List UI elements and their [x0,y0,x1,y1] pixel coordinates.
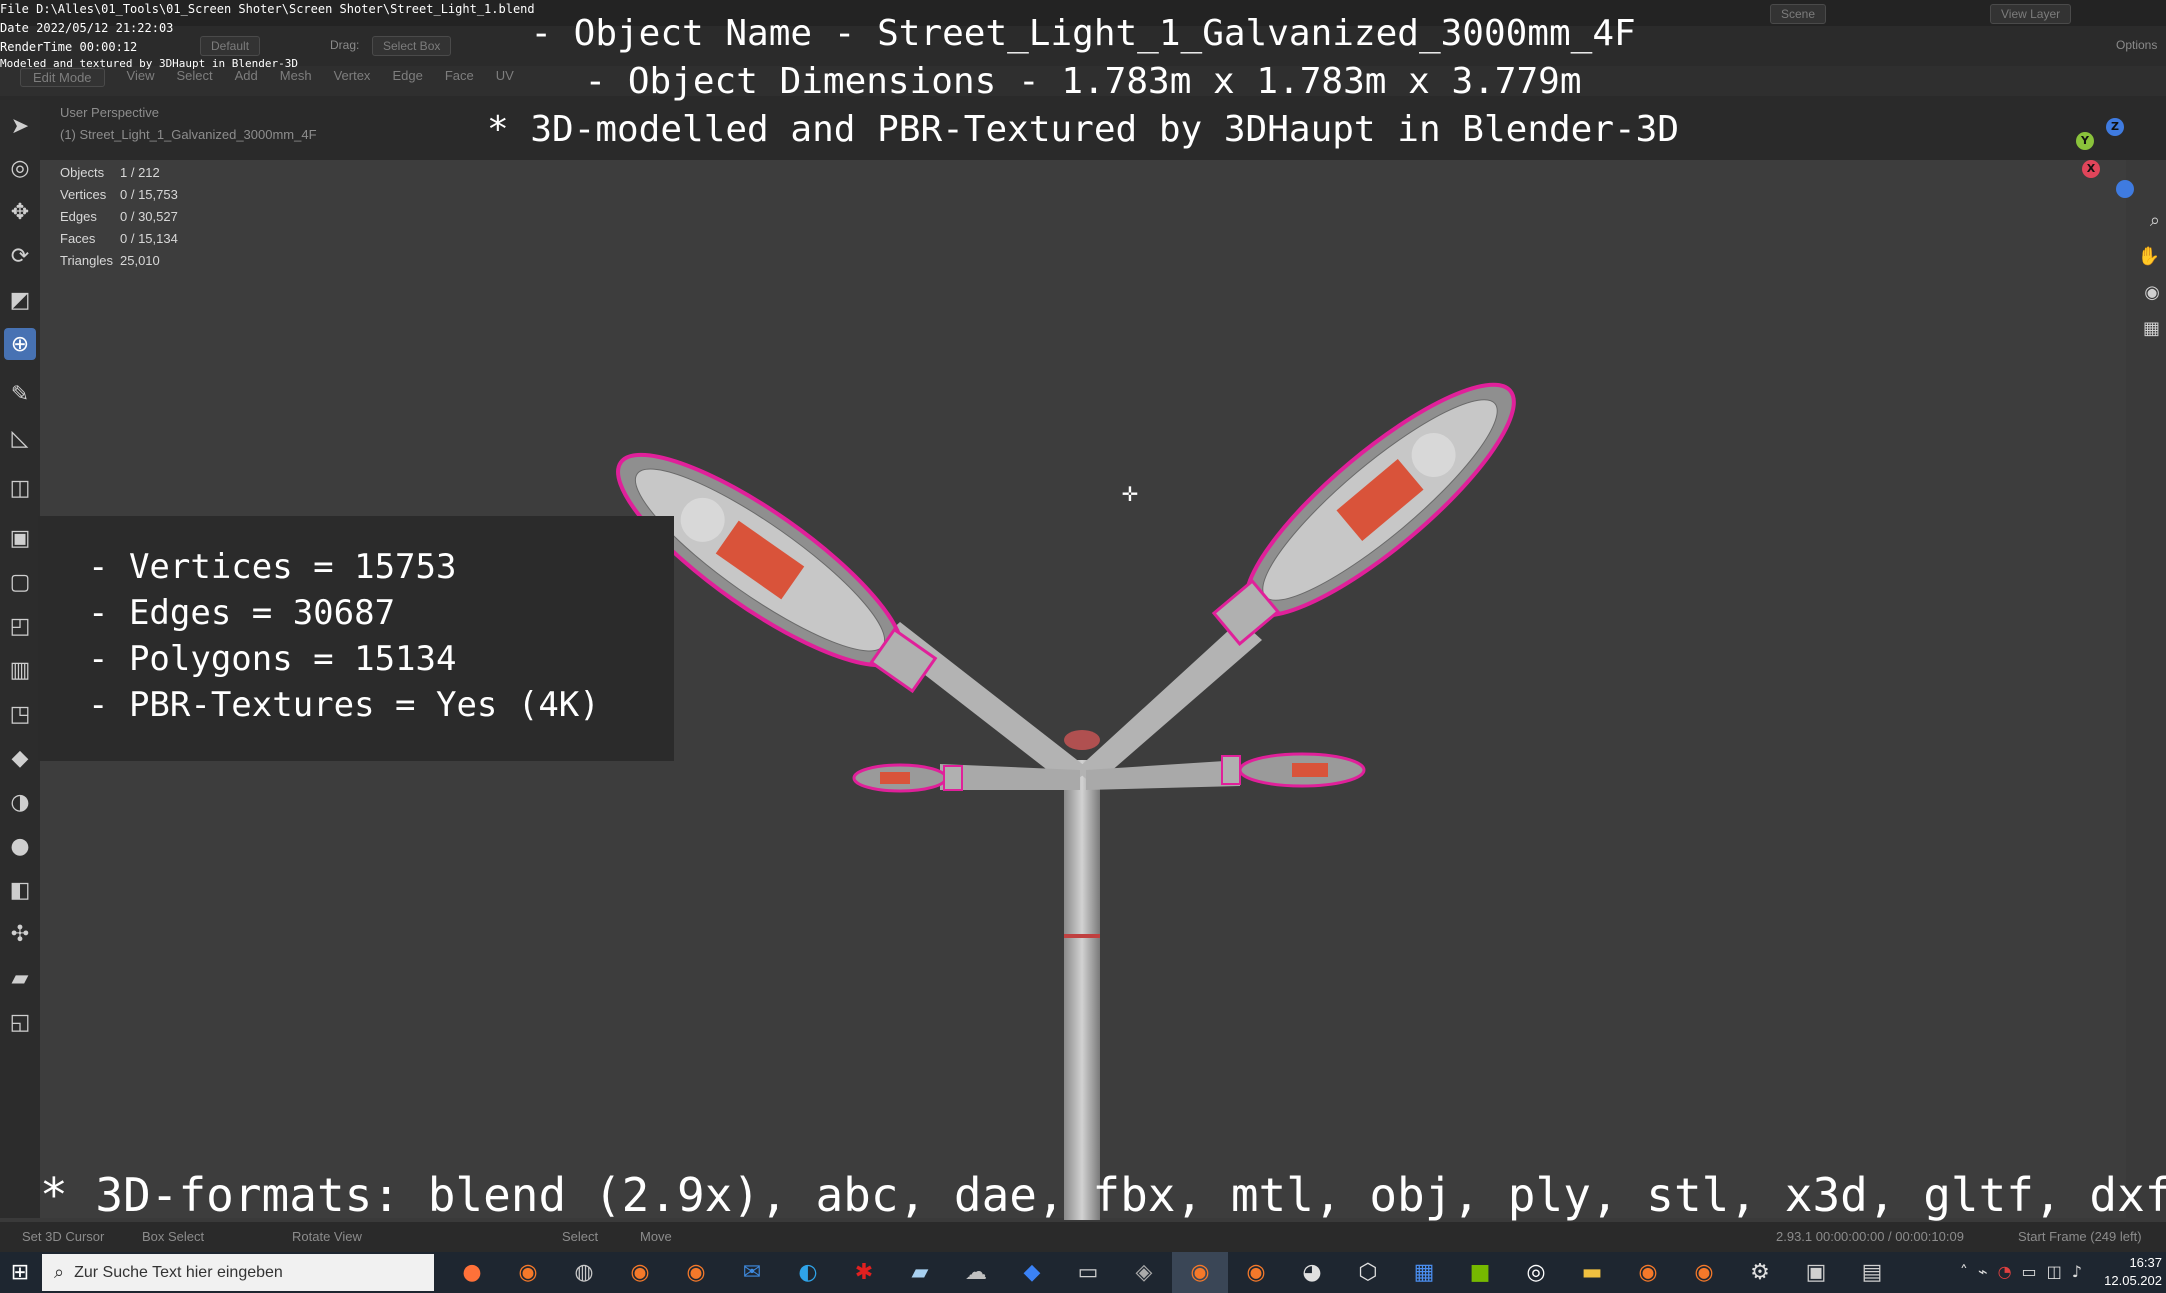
smooth-tool-icon[interactable]: ● [4,830,36,862]
annotate-tool-icon[interactable]: ✎ [4,378,36,410]
network-icon[interactable]: ◫ [2047,1262,2062,1281]
search-placeholder: Zur Suche Text hier eingeben [74,1263,283,1281]
network-app-icon[interactable]: ▣ [1788,1252,1844,1293]
shrink-fatten-tool-icon[interactable]: ✣ [4,918,36,950]
blender-icon[interactable]: ◉ [1620,1252,1676,1293]
blender-active-icon[interactable]: ◉ [1172,1252,1228,1293]
shear-tool-icon[interactable]: ▰ [4,962,36,994]
camera-icon[interactable]: ◉ [2144,282,2160,303]
start-frame-info: Start Frame (249 left) [2018,1229,2142,1244]
blender-icon[interactable]: ◉ [612,1252,668,1293]
pan-hand-icon[interactable]: ✋ [2138,246,2160,267]
cloud-app-icon[interactable]: ☁ [948,1252,1004,1293]
credit-line: * 3D-modelled and PBR-Textured by 3DHaup… [486,109,1680,150]
battery-icon[interactable]: ▭ [2022,1262,2037,1281]
bug-app-icon[interactable]: ✱ [836,1252,892,1293]
tool-shelf: ➤ ◎ ✥ ⟳ ◩ ⊕ ✎ ◺ ◫ ▣ ▢ ◰ ▥ ◳ ◆ ◑ ● ◧ ✣ ▰ … [0,100,40,1218]
cursor-tool-icon[interactable]: ◎ [4,152,36,184]
status-rotate: Rotate View [292,1229,362,1244]
status-cursor: Set 3D Cursor [22,1229,105,1244]
version-frame-info: 2.93.1 00:00:00:00 / 00:00:10:09 [1776,1229,1964,1244]
status-box-select: Box Select [142,1229,205,1244]
file-explorer-icon[interactable]: ▬ [1564,1252,1620,1293]
object-dimensions-line: - Object Dimensions - 1.783m x 1.783m x … [584,61,1582,102]
add-cube-tool-icon[interactable]: ◫ [4,472,36,504]
transform-tool-icon[interactable]: ⊕ [4,328,36,360]
taskbar-search[interactable]: ⌕ Zur Suche Text hier eingeben [42,1254,434,1291]
bevel-tool-icon[interactable]: ◰ [4,610,36,642]
3d-cursor-icon: ✛ [1121,482,1139,506]
blender-icon[interactable]: ◉ [500,1252,556,1293]
object-info-overlay: - Object Name - Street_Light_1_Galvanize… [0,0,2166,154]
measure-tool-icon[interactable]: ◺ [4,422,36,454]
chat-app-icon[interactable]: ◆ [1004,1252,1060,1293]
poly-build-tool-icon[interactable]: ◆ [4,742,36,774]
status-select: Select [562,1229,599,1244]
inset-tool-icon[interactable]: ▢ [4,566,36,598]
security-icon[interactable]: ◔ [1998,1262,2012,1281]
status-move: Move [640,1229,672,1244]
search-icon: ⌕ [54,1262,65,1282]
volume-icon[interactable]: ♪ [2072,1262,2082,1281]
pbr-textures-info: - PBR-Textures = Yes (4K) [88,685,600,725]
disk-app-icon[interactable]: ◎ [1508,1252,1564,1293]
notes-icon[interactable]: ▰ [892,1252,948,1293]
spin-tool-icon[interactable]: ◑ [4,786,36,818]
usb-icon[interactable]: ⌁ [1978,1262,1988,1281]
knife-tool-icon[interactable]: ◳ [4,698,36,730]
firefox-icon[interactable]: ● [444,1252,500,1293]
chevron-up-icon[interactable]: ˄ [1960,1262,1968,1281]
window-app-icon[interactable]: ▤ [1844,1252,1900,1293]
rip-tool-icon[interactable]: ◱ [4,1006,36,1038]
extrude-tool-icon[interactable]: ▣ [4,522,36,554]
pole [1064,760,1100,1220]
capture-app-icon[interactable]: ◈ [1116,1252,1172,1293]
blender-icon[interactable]: ◉ [1676,1252,1732,1293]
zoom-icon[interactable]: ⌕ [2150,210,2160,231]
blender-icon[interactable]: ◉ [668,1252,724,1293]
loop-cut-tool-icon[interactable]: ▥ [4,654,36,686]
clock-date: 12.05.202 [2104,1273,2162,1288]
scale-tool-icon[interactable]: ◩ [4,284,36,316]
lamp-head-lower-left [852,763,963,793]
gizmo-x-icon[interactable]: X [2082,160,2100,178]
vertices-count: - Vertices = 15753 [88,547,457,587]
panda-app-icon[interactable]: ◕ [1284,1252,1340,1293]
windows-start-icon[interactable]: ⊞ [0,1252,40,1293]
polygons-count: - Polygons = 15134 [88,639,457,679]
edge-slide-tool-icon[interactable]: ◧ [4,874,36,906]
object-name-line: - Object Name - Street_Light_1_Galvanize… [530,13,1636,54]
pole-ring [1064,934,1100,938]
pole-cap [1064,730,1100,750]
calendar-icon[interactable]: ▦ [1396,1252,1452,1293]
taskbar-clock[interactable]: 16:37 12.05.202 [2104,1254,2162,1290]
mail-icon[interactable]: ✉ [724,1252,780,1293]
clock-time: 16:37 [2129,1255,2162,1270]
lamp-head-lower-right [1221,752,1366,788]
grid-icon[interactable]: ▦ [2143,318,2160,339]
edges-count: - Edges = 30687 [88,593,396,633]
terminal-icon[interactable]: ▭ [1060,1252,1116,1293]
rotate-tool-icon[interactable]: ⟳ [4,240,36,272]
status-bar: Set 3D Cursor Box Select Rotate View Sel… [0,1222,2166,1252]
cube-app-icon[interactable]: ⬡ [1340,1252,1396,1293]
taskbar-apps: ● ◉ ◍ ◉ ◉ ✉ ◐ ✱ ▰ ☁ ◆ ▭ ◈ ◉ ◉ ◕ ⬡ ▦ ■ ◎ … [444,1252,1900,1293]
mesh-info-box: - Vertices = 15753 - Edges = 30687 - Pol… [38,516,674,761]
lamp-head-upper-right [1211,382,1516,646]
system-tray: ˄ ⌁ ◔ ▭ ◫ ♪ [1960,1262,2082,1281]
move-tool-icon[interactable]: ✥ [4,196,36,228]
obs-icon[interactable]: ◍ [556,1252,612,1293]
blender-icon[interactable]: ◉ [1228,1252,1284,1293]
edge-browser-icon[interactable]: ◐ [780,1252,836,1293]
settings-gear-icon[interactable]: ⚙ [1732,1252,1788,1293]
nvidia-icon[interactable]: ■ [1452,1252,1508,1293]
windows-taskbar: ⊞ ⌕ Zur Suche Text hier eingeben ● ◉ ◍ ◉… [0,1252,2166,1293]
formats-overlay: * 3D-formats: blend (2.9x), abc, dae, fb… [40,1168,2166,1222]
